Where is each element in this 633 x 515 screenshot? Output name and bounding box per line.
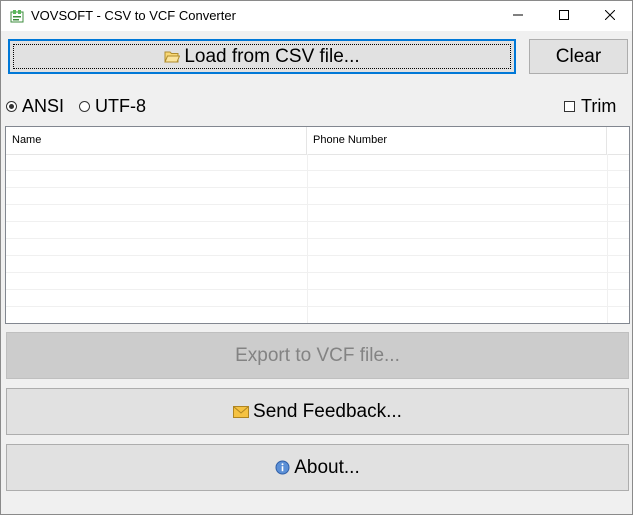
radio-utf8-control[interactable]: [79, 100, 90, 112]
trim-label: Trim: [581, 95, 617, 116]
window-title: VOVSOFT - CSV to VCF Converter: [31, 8, 236, 23]
load-csv-button[interactable]: Load from CSV file...: [8, 39, 516, 74]
table-row: [6, 273, 629, 290]
close-button[interactable]: [587, 1, 633, 31]
table-row: [6, 239, 629, 256]
export-vcf-button[interactable]: Export to VCF file...: [6, 332, 629, 379]
clear-button[interactable]: Clear: [529, 39, 628, 74]
info-icon: [275, 460, 290, 475]
radio-utf8-label: UTF-8: [95, 95, 146, 116]
minimize-button[interactable]: [495, 1, 541, 31]
table-header: Name Phone Number: [6, 127, 629, 155]
column-header-name[interactable]: Name: [6, 127, 307, 154]
app-icon: [10, 9, 24, 23]
app-window: VOVSOFT - CSV to VCF Converter Load from…: [0, 0, 633, 515]
radio-ansi-control[interactable]: [6, 100, 17, 112]
column-header-phone-label: Phone Number: [313, 134, 387, 146]
radio-ansi-label: ANSI: [22, 95, 65, 116]
radio-utf8[interactable]: UTF-8: [79, 95, 146, 117]
radio-ansi[interactable]: ANSI: [6, 95, 64, 117]
clear-label: Clear: [555, 45, 602, 67]
title-bar[interactable]: VOVSOFT - CSV to VCF Converter: [1, 1, 632, 31]
maximize-icon: [559, 7, 569, 25]
send-feedback-button[interactable]: Send Feedback...: [6, 388, 629, 435]
load-csv-label: Load from CSV file...: [184, 45, 360, 67]
column-header-phone[interactable]: Phone Number: [307, 127, 607, 154]
minimize-icon: [513, 7, 523, 25]
maximize-button[interactable]: [541, 1, 587, 31]
folder-open-icon: [164, 50, 181, 64]
about-label: About...: [294, 456, 360, 478]
trim-checkbox-control[interactable]: [564, 100, 575, 112]
table-row: [6, 188, 629, 205]
export-vcf-label: Export to VCF file...: [235, 344, 400, 366]
envelope-icon: [233, 405, 250, 418]
table-row: [6, 171, 629, 188]
contacts-table[interactable]: Name Phone Number: [5, 126, 630, 324]
table-row: [6, 154, 629, 171]
table-row: [6, 290, 629, 307]
table-row: [6, 205, 629, 222]
table-row: [6, 256, 629, 273]
table-row: [6, 222, 629, 239]
send-feedback-label: Send Feedback...: [253, 400, 402, 422]
about-button[interactable]: About...: [6, 444, 629, 491]
column-header-name-label: Name: [12, 134, 42, 146]
close-icon: [604, 7, 616, 25]
trim-checkbox[interactable]: Trim: [564, 95, 616, 117]
